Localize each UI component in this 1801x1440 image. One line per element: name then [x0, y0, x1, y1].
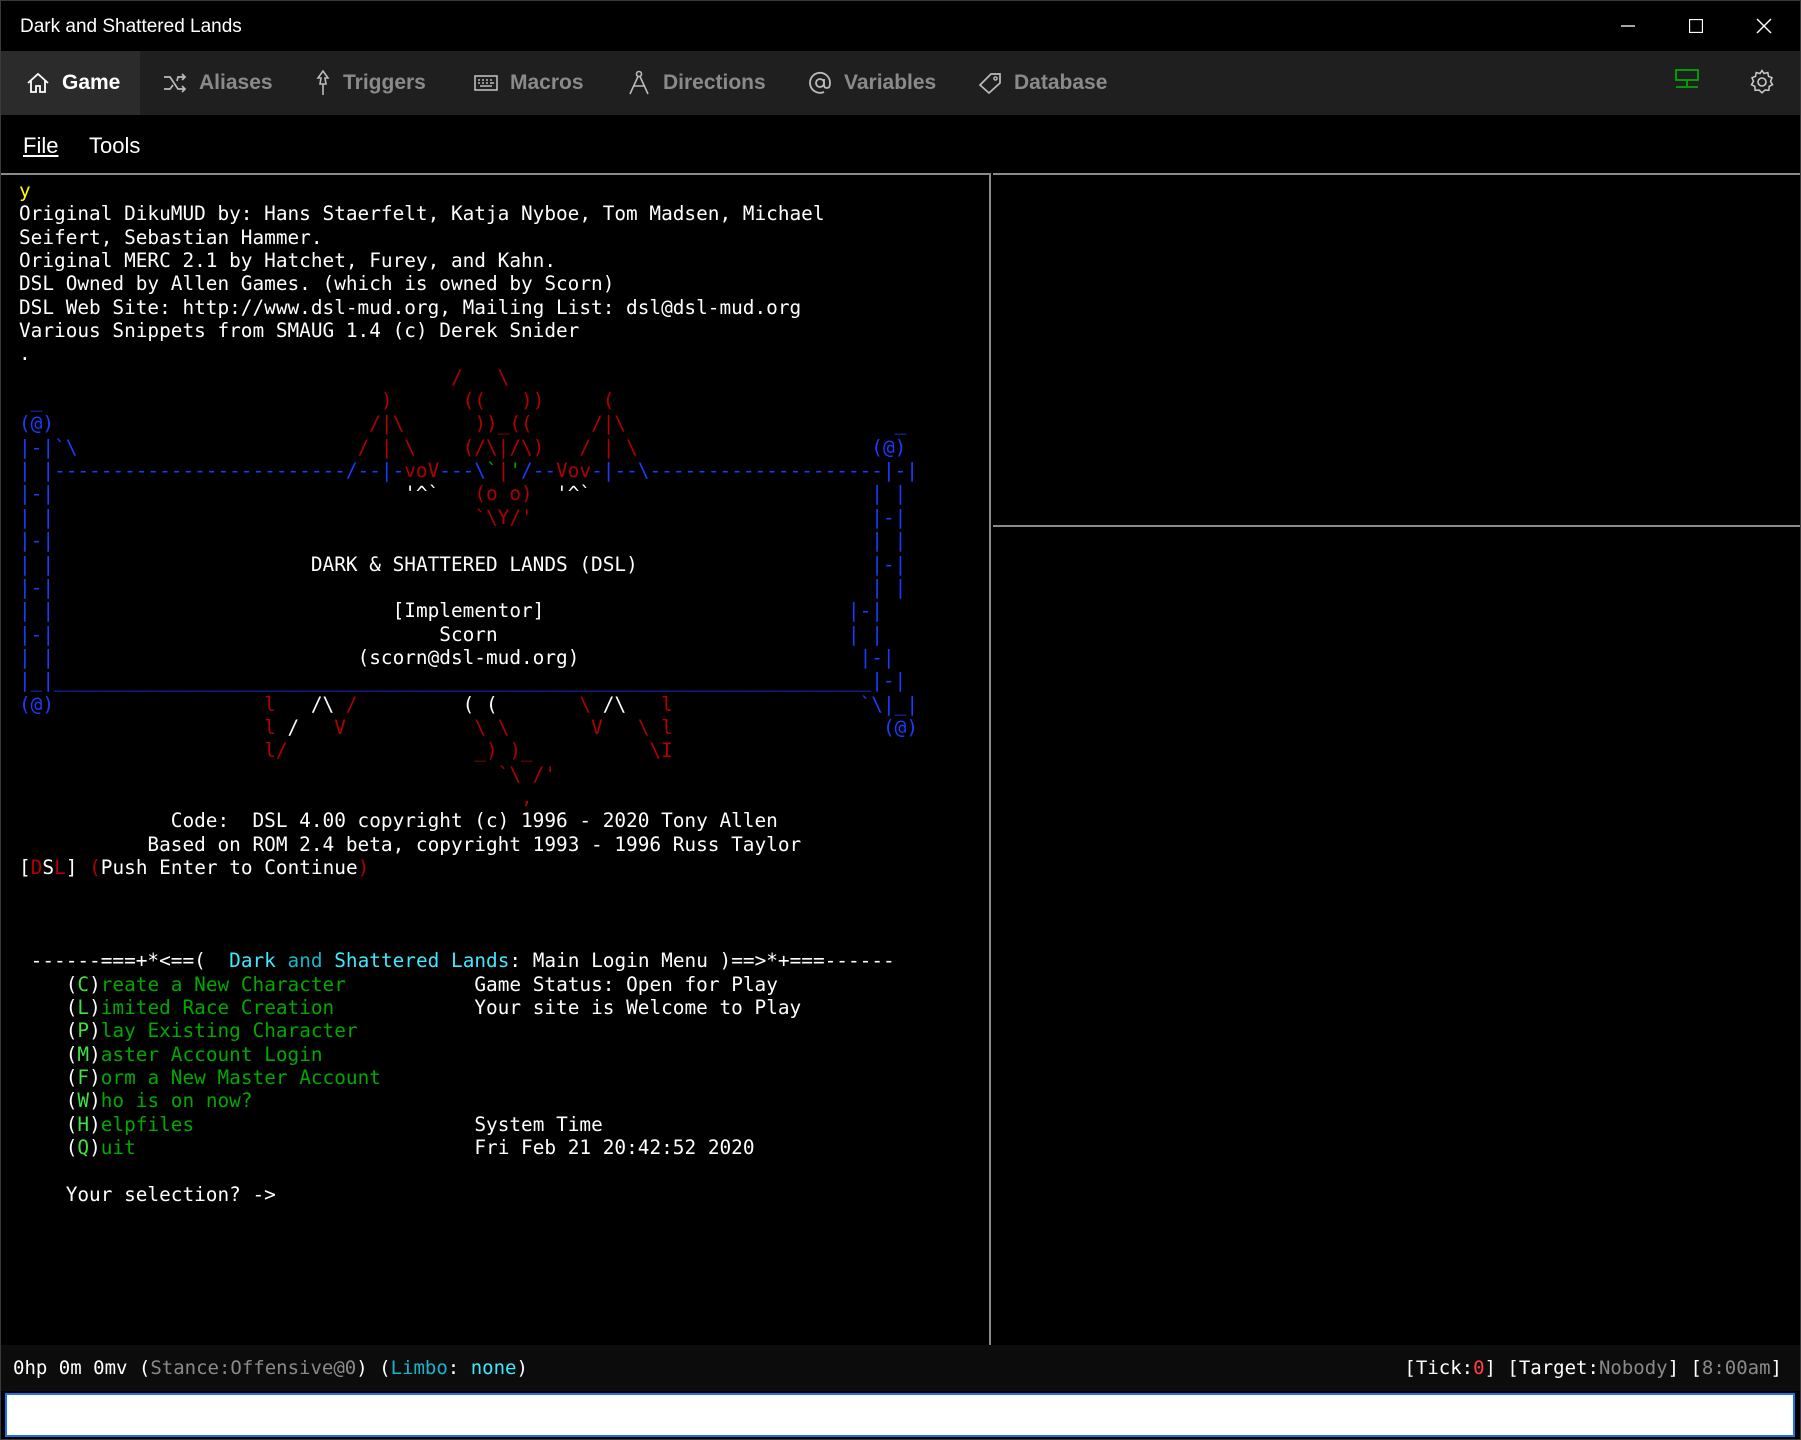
tab-variables[interactable]: Variables — [808, 51, 936, 115]
tab-game[interactable]: Game — [1, 51, 140, 115]
status-info: [Tick:0] [Target:Nobody] [8:00am] — [1404, 1357, 1782, 1379]
shuffle-icon — [163, 73, 187, 93]
menu-bar: File Tools — [1, 115, 1800, 173]
content-panes: y Original DikuMUD by: Hans Staerfelt, K… — [1, 173, 1800, 1345]
tab-directions[interactable]: Directions — [627, 51, 766, 115]
command-input[interactable] — [7, 1395, 1793, 1435]
limbo-label: Limbo — [390, 1357, 448, 1379]
menu-file[interactable]: File — [23, 133, 58, 159]
tab-macros[interactable]: Macros — [474, 51, 584, 115]
side-panel-bottom[interactable] — [993, 527, 1800, 1345]
maximize-button[interactable] — [1662, 1, 1730, 51]
at-icon — [808, 71, 832, 95]
title-bar: Dark and Shattered Lands — [1, 1, 1800, 51]
tab-database[interactable]: Database — [978, 51, 1107, 115]
clock-value: 8:00am — [1701, 1357, 1771, 1379]
gear-icon[interactable] — [1749, 69, 1777, 97]
app-window: Dark and Shattered Lands Game Aliases Tr… — [0, 0, 1801, 1440]
mv-value: 0mv — [93, 1357, 128, 1379]
home-icon — [26, 72, 50, 94]
limbo-value: none — [470, 1357, 517, 1379]
connection-status-icon[interactable] — [1673, 67, 1701, 95]
status-bar: 0hp 0m 0mv (Stance:Offensive@0) (Limbo: … — [1, 1345, 1800, 1391]
target-value: Nobody — [1598, 1357, 1668, 1379]
tab-aliases[interactable]: Aliases — [163, 51, 273, 115]
stance-label: Stance: — [150, 1357, 231, 1379]
terminal-output[interactable]: y Original DikuMUD by: Hans Staerfelt, K… — [1, 173, 991, 1345]
terminal-text: y Original DikuMUD by: Hans Staerfelt, K… — [19, 179, 919, 1206]
status-vitals: 0hp 0m 0mv (Stance:Offensive@0) (Limbo: … — [13, 1357, 528, 1379]
window-title: Dark and Shattered Lands — [20, 16, 242, 37]
side-panel-top[interactable] — [993, 173, 1800, 527]
tab-bar: Game Aliases Triggers Macros Directions — [1, 51, 1800, 115]
command-input-container — [5, 1393, 1795, 1437]
maximize-icon — [1689, 19, 1703, 33]
minimize-button[interactable] — [1594, 1, 1662, 51]
target-label: Target: — [1518, 1357, 1599, 1379]
stance-value: Offensive@0 — [230, 1357, 357, 1379]
tick-value: 0 — [1473, 1357, 1485, 1379]
tag-icon — [978, 72, 1002, 94]
pin-icon — [315, 70, 331, 96]
close-icon — [1756, 18, 1772, 34]
menu-tools[interactable]: Tools — [89, 133, 140, 159]
tick-label: Tick: — [1415, 1357, 1474, 1379]
close-button[interactable] — [1730, 1, 1798, 51]
tab-triggers[interactable]: Triggers — [315, 51, 426, 115]
compass-icon — [627, 70, 651, 96]
minimize-icon — [1621, 25, 1635, 27]
hp-value: 0hp — [13, 1357, 48, 1379]
keyboard-icon — [474, 75, 498, 91]
mana-value: 0m — [58, 1357, 82, 1379]
